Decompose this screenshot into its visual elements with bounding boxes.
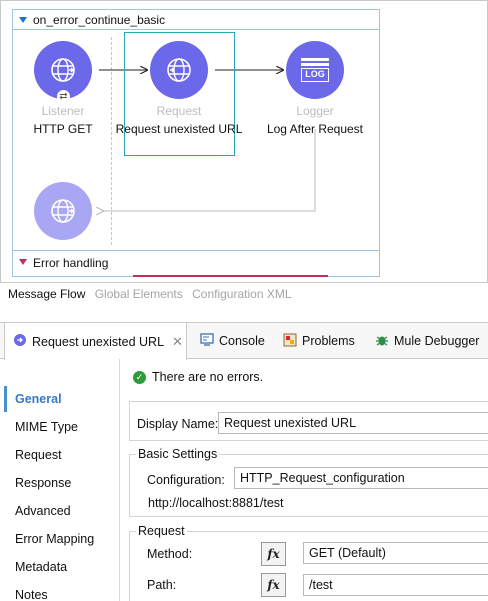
logger-processor[interactable]: LOG — [286, 41, 344, 99]
tab-console[interactable]: Console — [200, 323, 265, 359]
close-icon[interactable]: ✕ — [172, 334, 183, 350]
nav-request[interactable]: Request — [15, 448, 62, 462]
error-handling-section[interactable]: Error handling — [12, 251, 380, 277]
method-label: Method: — [147, 547, 193, 561]
config-url: http://localhost:8881/test — [148, 496, 284, 510]
globe-icon — [51, 58, 75, 82]
nav-active-indicator — [4, 386, 7, 412]
error-handling-bar — [133, 275, 328, 277]
listener-response[interactable] — [34, 182, 92, 240]
logger-name: Log After Request — [266, 122, 364, 136]
basic-settings-title: Basic Settings — [136, 447, 220, 461]
configuration-select[interactable]: HTTP_Request_configuration — [234, 467, 488, 489]
source-badge-icon: ⇄ — [57, 90, 70, 103]
tab-request-editor-label: Request unexisted URL — [32, 334, 165, 349]
method-select[interactable]: GET (Default) — [303, 542, 488, 564]
logger-type: Logger — [296, 104, 334, 118]
configuration-label: Configuration: — [147, 473, 225, 487]
globe-icon — [167, 58, 191, 82]
request-type: Request — [156, 104, 202, 118]
tab-configuration-xml[interactable]: Configuration XML — [192, 287, 291, 301]
path-field[interactable]: /test — [303, 574, 488, 596]
display-name-label: Display Name: — [137, 417, 219, 431]
request-group-title: Request — [136, 524, 187, 538]
error-handling-label: Error handling — [33, 256, 109, 270]
nav-mime-type[interactable]: MIME Type — [15, 420, 78, 434]
flow-canvas[interactable]: on_error_continue_basic ⇄ Listener HTTP … — [0, 0, 488, 283]
console-icon — [200, 333, 214, 349]
log-icon-text: LOG — [301, 68, 329, 82]
canvas-tabs: Message Flow Global Elements Configurati… — [8, 287, 298, 301]
tab-mule-debugger[interactable]: Mule Debugger — [375, 323, 479, 359]
tab-request-editor[interactable]: Request unexisted URL ✕ — [4, 323, 187, 360]
problems-icon — [283, 333, 297, 350]
request-processor[interactable] — [150, 41, 208, 99]
validation-status: ✓ There are no errors. — [133, 370, 263, 384]
fx-button[interactable]: fx — [261, 542, 286, 566]
debugger-icon — [375, 333, 389, 350]
nav-response[interactable]: Response — [15, 476, 71, 490]
nav-advanced[interactable]: Advanced — [15, 504, 71, 518]
collapse-triangle-icon[interactable] — [19, 259, 27, 265]
tab-problems[interactable]: Problems — [283, 323, 355, 359]
tab-global-elements[interactable]: Global Elements — [95, 287, 183, 301]
fx-button[interactable]: fx — [261, 573, 286, 597]
tab-problems-label: Problems — [302, 334, 355, 348]
view-tab-bar: Request unexisted URL ✕ Console Problems… — [0, 322, 488, 360]
path-label: Path: — [147, 578, 177, 592]
display-name-field[interactable]: Request unexisted URL — [218, 412, 488, 434]
tab-mule-debugger-label: Mule Debugger — [394, 334, 480, 348]
validation-status-text: There are no errors. — [152, 370, 264, 384]
nav-notes[interactable]: Notes — [15, 588, 48, 601]
request-icon — [13, 333, 27, 350]
nav-error-mapping[interactable]: Error Mapping — [15, 532, 94, 546]
nav-general[interactable]: General — [15, 392, 62, 406]
nav-metadata[interactable]: Metadata — [15, 560, 67, 574]
check-icon: ✓ — [133, 370, 146, 384]
globe-icon — [51, 199, 75, 223]
tab-message-flow[interactable]: Message Flow — [8, 287, 85, 301]
log-icon: LOG — [299, 55, 331, 85]
request-name: Request unexisted URL — [115, 122, 243, 136]
tab-console-label: Console — [219, 334, 265, 348]
